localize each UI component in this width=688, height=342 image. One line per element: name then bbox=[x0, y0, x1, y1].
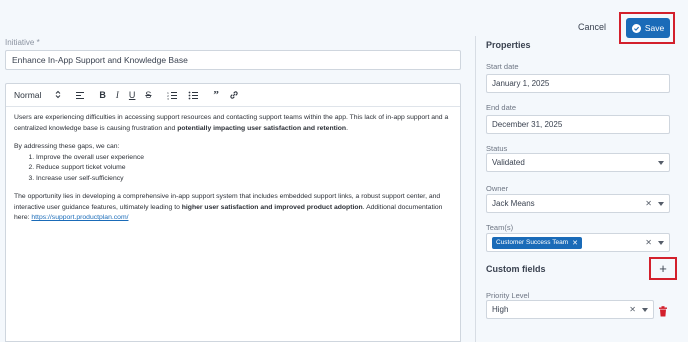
chevron-down-icon[interactable] bbox=[658, 240, 664, 245]
chevron-down-icon[interactable] bbox=[658, 160, 664, 165]
svg-text:3: 3 bbox=[167, 97, 169, 100]
chevron-down-icon[interactable] bbox=[642, 307, 648, 312]
teams-label: Team(s) bbox=[486, 223, 514, 232]
bullet-list-icon[interactable] bbox=[188, 91, 199, 100]
paragraph-1-bold: potentially impacting user satisfaction … bbox=[177, 124, 347, 132]
teams-chips: Customer Success Team ✕ bbox=[492, 236, 639, 249]
clear-icon[interactable]: ✕ bbox=[645, 238, 652, 247]
text-style-select[interactable]: Normal bbox=[14, 90, 61, 101]
align-left-icon[interactable] bbox=[75, 91, 85, 100]
initiative-editor-page: Cancel Save Initiative * Enhance In-App … bbox=[0, 0, 688, 342]
team-chip: Customer Success Team ✕ bbox=[492, 236, 583, 249]
chevron-down-icon[interactable] bbox=[658, 201, 664, 206]
end-date-label: End date bbox=[486, 103, 517, 112]
start-date-value: January 1, 2025 bbox=[492, 79, 550, 88]
start-date-label: Start date bbox=[486, 62, 519, 71]
ordered-list-icon[interactable]: 123 bbox=[167, 91, 178, 100]
status-select[interactable]: Validated bbox=[486, 153, 670, 172]
goals-list: Improve the overall user experience Redu… bbox=[14, 153, 452, 185]
priority-level-select[interactable]: High ✕ bbox=[486, 300, 654, 319]
priority-level-label: Priority Level bbox=[486, 291, 530, 300]
end-date-value: December 31, 2025 bbox=[492, 120, 563, 129]
save-label: Save bbox=[644, 23, 665, 33]
initiative-input[interactable]: Enhance In-App Support and Knowledge Bas… bbox=[5, 50, 461, 70]
list-item: Reduce support ticket volume bbox=[36, 163, 452, 174]
cancel-button[interactable]: Cancel bbox=[578, 22, 606, 32]
italic-icon[interactable]: I bbox=[116, 90, 119, 100]
quote-icon[interactable]: ” bbox=[213, 89, 219, 101]
editor-content[interactable]: Users are experiencing difficulties in a… bbox=[6, 107, 460, 238]
status-label: Status bbox=[486, 144, 508, 153]
properties-title: Properties bbox=[486, 40, 531, 50]
support-link[interactable]: https://support.productplan.com/ bbox=[31, 214, 128, 221]
initiative-label: Initiative * bbox=[5, 38, 40, 47]
remove-chip-icon[interactable]: ✕ bbox=[572, 239, 578, 247]
paragraph-1-end: . bbox=[346, 124, 348, 132]
updown-chevron-icon bbox=[55, 90, 61, 101]
paragraph-2: By addressing these gaps, we can: bbox=[14, 143, 120, 150]
description-editor[interactable]: Normal B I U S 123 ” Users are experienc… bbox=[5, 83, 461, 342]
paragraph-1: Users are experiencing difficulties in a… bbox=[14, 113, 452, 134]
priority-level-value: High bbox=[492, 305, 509, 314]
column-divider bbox=[475, 36, 476, 342]
teams-select[interactable]: Customer Success Team ✕ ✕ bbox=[486, 233, 670, 252]
clear-icon[interactable]: ✕ bbox=[629, 305, 636, 314]
end-date-field[interactable]: December 31, 2025 bbox=[486, 115, 670, 134]
trash-icon[interactable] bbox=[658, 304, 668, 317]
save-button[interactable]: Save bbox=[626, 18, 670, 38]
list-item: Increase user self-sufficiency bbox=[36, 174, 452, 185]
clear-icon[interactable]: ✕ bbox=[645, 199, 652, 208]
status-value: Validated bbox=[492, 158, 525, 167]
paragraph-3-bold: higher user satisfaction and improved pr… bbox=[181, 203, 363, 211]
team-chip-label: Customer Success Team bbox=[496, 239, 569, 246]
list-item: Improve the overall user experience bbox=[36, 153, 452, 164]
editor-toolbar: Normal B I U S 123 ” bbox=[6, 84, 460, 107]
paragraph-3: The opportunity lies in developing a com… bbox=[14, 192, 452, 224]
owner-label: Owner bbox=[486, 184, 509, 193]
add-custom-field-button[interactable]: + bbox=[655, 261, 671, 276]
start-date-field[interactable]: January 1, 2025 bbox=[486, 74, 670, 93]
strikethrough-icon[interactable]: S bbox=[145, 90, 151, 100]
custom-fields-title: Custom fields bbox=[486, 264, 546, 274]
bold-icon[interactable]: B bbox=[99, 90, 106, 100]
owner-select[interactable]: Jack Means ✕ bbox=[486, 194, 670, 213]
owner-value: Jack Means bbox=[492, 199, 535, 208]
link-icon[interactable] bbox=[229, 90, 239, 100]
check-circle-icon bbox=[631, 23, 641, 33]
text-style-value: Normal bbox=[14, 90, 42, 100]
underline-icon[interactable]: U bbox=[129, 90, 136, 100]
